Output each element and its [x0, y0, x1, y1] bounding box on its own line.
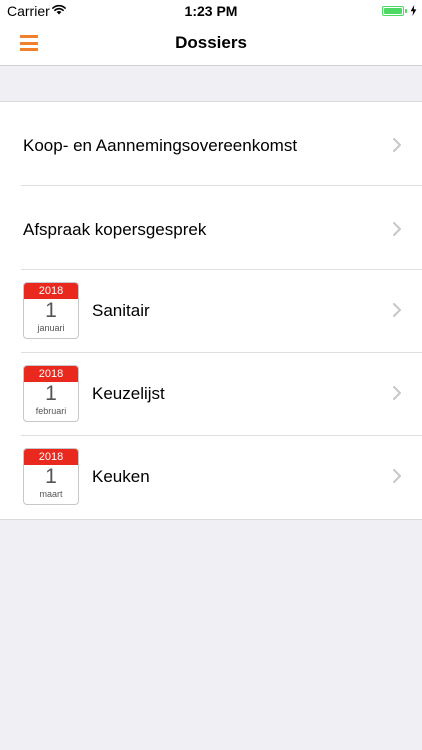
- charging-icon: [410, 5, 417, 16]
- list-item[interactable]: 2018 1 februari Keuzelijst: [0, 353, 422, 436]
- list-item[interactable]: Koop- en Aannemingsovereenkomst: [0, 102, 422, 186]
- chevron-right-icon: [393, 222, 401, 236]
- calendar-month: maart: [39, 489, 63, 499]
- calendar-icon: 2018 1 januari: [23, 282, 79, 339]
- chevron-right-icon: [393, 303, 401, 317]
- calendar-day: 1: [45, 465, 57, 488]
- calendar-year: 2018: [24, 449, 78, 465]
- page-title: Dossiers: [175, 33, 247, 52]
- status-bar: Carrier 1:23 PM: [0, 0, 422, 22]
- chevron-right-icon: [393, 386, 401, 400]
- calendar-month: januari: [37, 323, 65, 333]
- list-item-label: Sanitair: [92, 301, 150, 320]
- dossier-list: Koop- en Aannemingsovereenkomst Afspraak…: [0, 101, 422, 520]
- list-item[interactable]: 2018 1 januari Sanitair: [0, 270, 422, 353]
- calendar-day: 1: [45, 382, 57, 405]
- battery-icon: [382, 6, 404, 16]
- calendar-icon: 2018 1 maart: [23, 448, 79, 505]
- list-item[interactable]: Afspraak kopersgesprek: [0, 186, 422, 270]
- list-item-label: Keuken: [92, 467, 150, 486]
- navigation-bar: Dossiers: [0, 22, 422, 66]
- calendar-year: 2018: [24, 283, 78, 299]
- list-item-label: Afspraak kopersgesprek: [23, 220, 207, 239]
- battery-tip: [405, 9, 407, 13]
- chevron-right-icon: [393, 138, 401, 152]
- list-item[interactable]: 2018 1 maart Keuken: [0, 436, 422, 519]
- list-item-label: Keuzelijst: [92, 384, 165, 403]
- calendar-icon: 2018 1 februari: [23, 365, 79, 422]
- battery-level: [384, 8, 402, 14]
- calendar-month: februari: [35, 406, 67, 416]
- chevron-right-icon: [393, 469, 401, 483]
- calendar-year: 2018: [24, 366, 78, 382]
- list-item-label: Koop- en Aannemingsovereenkomst: [23, 136, 298, 155]
- status-time: 1:23 PM: [184, 3, 238, 19]
- calendar-day: 1: [45, 299, 57, 322]
